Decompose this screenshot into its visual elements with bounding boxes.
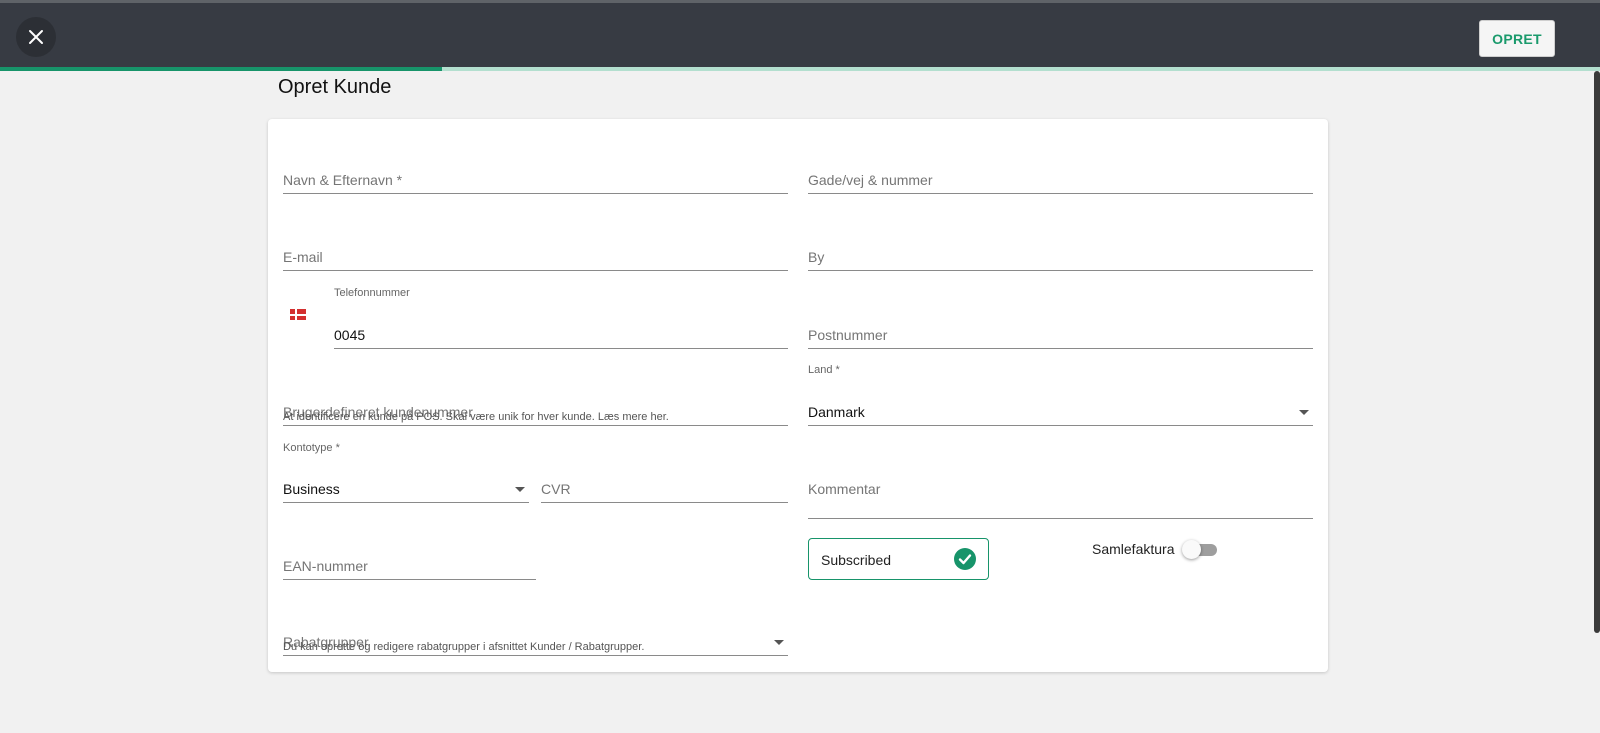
top-bar: OPRET [0, 0, 1600, 68]
customer-form-card: Navn & Efternavn * Gade/vej & nummer E-m… [268, 119, 1328, 672]
chevron-down-icon [774, 640, 784, 645]
subscribed-label: Subscribed [821, 552, 892, 568]
create-button[interactable]: OPRET [1479, 20, 1555, 57]
comment-placeholder: Kommentar [808, 481, 881, 497]
name-placeholder: Navn & Efternavn * [283, 172, 403, 188]
city-placeholder: By [808, 249, 825, 265]
country-value: Danmark [808, 404, 865, 420]
account-type-select[interactable]: Kontotype * Business [283, 442, 529, 503]
cvr-placeholder: CVR [541, 481, 571, 497]
phone-label: Telefonnummer [334, 287, 410, 299]
email-placeholder: E-mail [283, 249, 323, 265]
phone-field[interactable]: Telefonnummer 0045 [334, 287, 788, 349]
close-icon [29, 30, 43, 44]
collective-invoice-label: Samlefaktura [1092, 541, 1175, 557]
street-placeholder: Gade/vej & nummer [808, 172, 933, 188]
collective-invoice-toggle[interactable] [1182, 540, 1219, 559]
account-type-value: Business [283, 481, 340, 497]
custom-number-hint: At identificere en kunde på POS. Skal væ… [283, 411, 669, 423]
page-title: Opret Kunde [278, 76, 392, 98]
scrollbar[interactable] [1594, 71, 1600, 633]
ean-field[interactable]: EAN-nummer [283, 536, 536, 580]
progress-bar [0, 67, 1600, 71]
check-circle-icon [954, 548, 976, 570]
toggle-knob [1182, 540, 1201, 559]
country-label: Land * [808, 364, 840, 376]
chevron-down-icon [1299, 410, 1309, 415]
account-type-label: Kontotype * [283, 442, 340, 454]
postal-placeholder: Postnummer [808, 327, 888, 343]
country-select[interactable]: Land * Danmark [808, 364, 1313, 426]
postal-field[interactable]: Postnummer [808, 305, 1313, 349]
city-field[interactable]: By [808, 228, 1313, 271]
discount-groups-hint: Du kan oprette og redigere rabatgrupper … [283, 641, 645, 653]
denmark-flag-icon[interactable] [290, 309, 306, 320]
close-button[interactable] [16, 17, 56, 57]
street-field[interactable]: Gade/vej & nummer [808, 151, 1313, 194]
cvr-field[interactable]: CVR [541, 459, 788, 503]
ean-placeholder: EAN-nummer [283, 558, 368, 574]
chevron-down-icon [515, 487, 525, 492]
email-field[interactable]: E-mail [283, 228, 788, 271]
progress-bar-fill [0, 67, 442, 71]
name-field[interactable]: Navn & Efternavn * [283, 151, 788, 194]
comment-field[interactable]: Kommentar [808, 459, 1313, 519]
subscribed-toggle-button[interactable]: Subscribed [808, 538, 989, 580]
phone-value: 0045 [334, 327, 366, 343]
